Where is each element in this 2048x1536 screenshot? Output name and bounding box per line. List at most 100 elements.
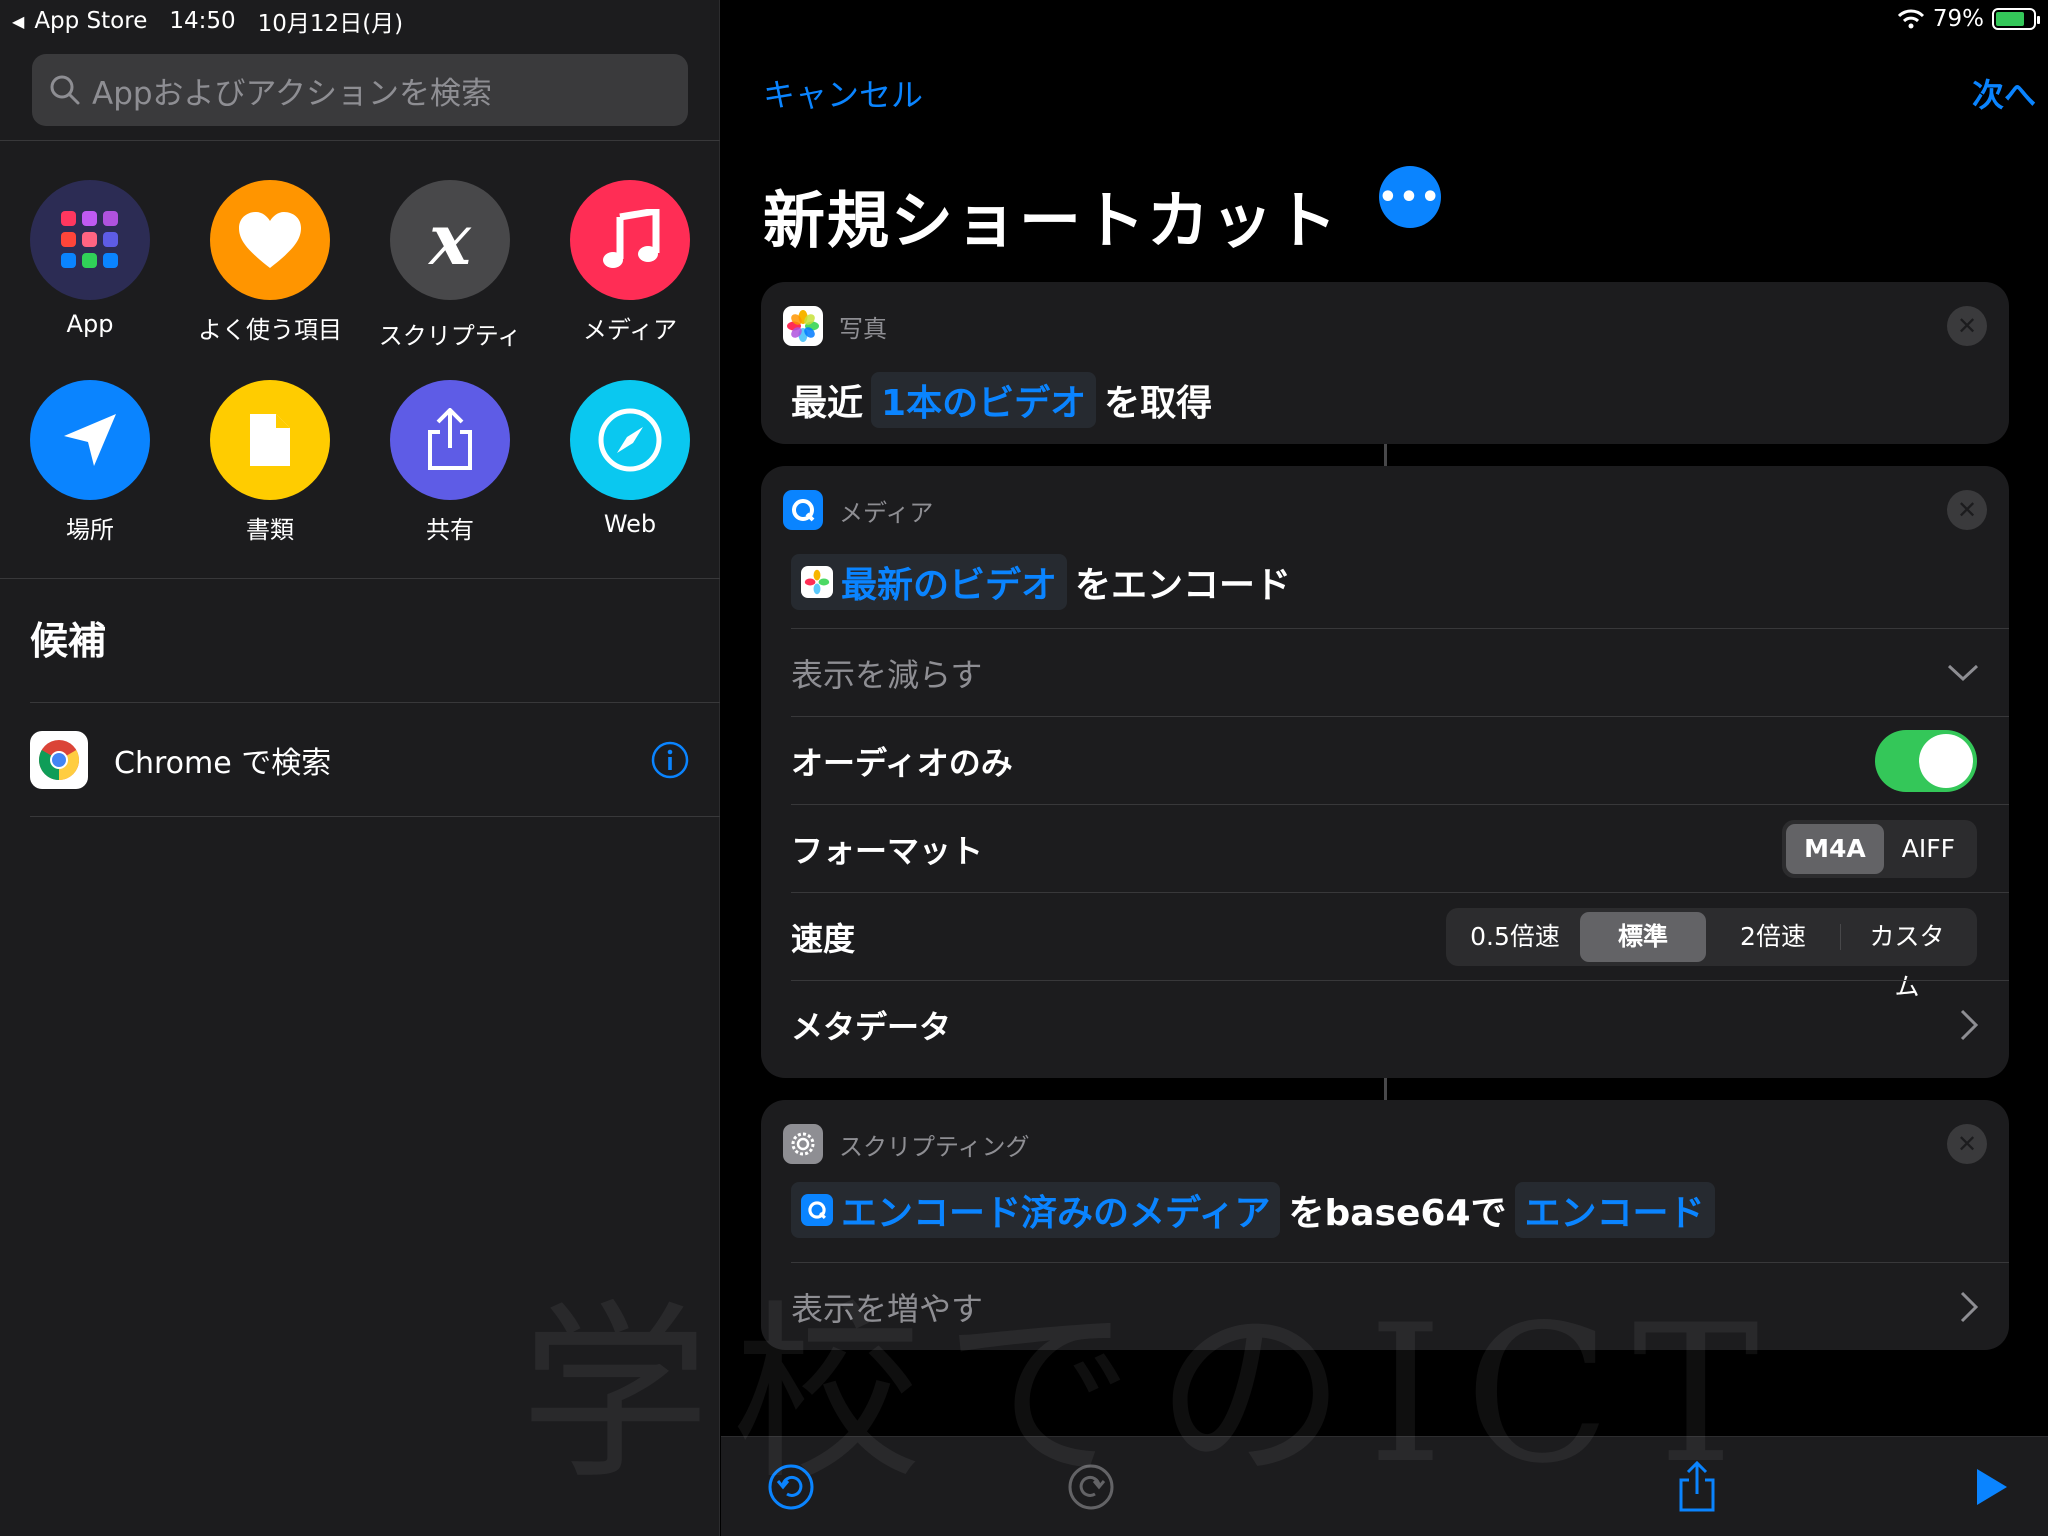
gear-icon <box>783 1124 823 1164</box>
action-header: スクリプティング <box>783 1124 1030 1164</box>
speed-label: 速度 <box>791 919 856 958</box>
status-date: 10月12日(月) <box>257 11 404 37</box>
next-button[interactable]: 次へ <box>1972 70 2036 116</box>
audio-only-toggle[interactable] <box>1875 729 1977 792</box>
action-library-panel: ◀ App Store 14:50 10月12日(月) Appおよびアクションを… <box>0 0 720 1536</box>
battery-percent: 79% <box>1932 6 1984 32</box>
more-options-icon[interactable]: ••• <box>1378 166 1441 228</box>
suggestion-label: Chrome で検索 <box>114 746 332 781</box>
speed-option-normal[interactable]: 標準 <box>1580 911 1706 962</box>
category-web[interactable]: Web <box>545 380 715 538</box>
action-sentence: 最近 1本のビデオ を取得 <box>791 372 1212 428</box>
action-text: をエンコード <box>1075 565 1292 606</box>
category-app[interactable]: App <box>5 180 175 338</box>
action-header: 写真 <box>783 306 887 346</box>
category-scripting[interactable]: x スクリプティ <box>365 180 535 351</box>
redo-icon[interactable] <box>1063 1459 1119 1515</box>
show-less-label: 表示を減らす <box>791 655 983 694</box>
cancel-button[interactable]: キャンセル <box>763 70 923 116</box>
chrome-icon <box>30 731 88 789</box>
chevron-right-icon <box>1959 1009 1979 1041</box>
category-label: メディア <box>582 316 678 344</box>
format-option-aiff[interactable]: AIFF <box>1884 824 1973 874</box>
metadata-row[interactable]: メタデータ <box>791 980 2009 1068</box>
status-bar-right: 79% <box>1897 6 2040 32</box>
compass-icon <box>570 380 690 500</box>
encoded-media-token[interactable]: エンコード済みのメディア <box>791 1182 1281 1238</box>
editor-toolbar <box>721 1436 2048 1536</box>
speed-option-half[interactable]: 0.5倍速 <box>1450 912 1580 962</box>
suggestion-chrome-search[interactable]: Chrome で検索 <box>30 730 690 790</box>
play-icon[interactable] <box>1963 1459 2019 1515</box>
format-label: フォーマット <box>791 831 984 870</box>
remove-action-icon[interactable]: ✕ <box>1947 306 1987 346</box>
action-text: をbase64で <box>1288 1193 1507 1234</box>
action-card-encode-media[interactable]: メディア ✕ 最新のビデオ をエンコード 表示を減らす オーディオのみ フォーマ… <box>761 466 2009 1078</box>
chevron-right-icon <box>1959 1291 1979 1323</box>
speed-option-double[interactable]: 2倍速 <box>1706 912 1840 962</box>
wifi-icon <box>1897 9 1924 29</box>
variable-x-icon: x <box>390 180 510 300</box>
action-connector <box>1384 444 1387 466</box>
search-icon <box>50 75 80 105</box>
audio-only-row: オーディオのみ <box>791 716 2009 804</box>
divider <box>30 816 720 817</box>
category-share[interactable]: 共有 <box>365 380 535 545</box>
music-note-icon <box>570 180 690 300</box>
speed-segmented-control: 0.5倍速 標準 2倍速 カスタム <box>1446 907 1977 1001</box>
category-label: App <box>66 310 114 338</box>
location-arrow-icon <box>30 380 150 500</box>
category-label: 書類 <box>246 516 294 544</box>
show-less-row[interactable]: 表示を減らす <box>791 628 2009 716</box>
action-app-name: スクリプティング <box>839 1132 1030 1161</box>
token-label: 最新のビデオ <box>841 565 1058 606</box>
category-label: よく使う項目 <box>198 316 342 344</box>
share-icon[interactable] <box>1669 1459 1725 1515</box>
back-app-label[interactable]: App Store <box>34 8 147 34</box>
action-text: を取得 <box>1104 383 1213 424</box>
undo-icon[interactable] <box>763 1459 819 1515</box>
encode-mode-token[interactable]: エンコード <box>1514 1182 1715 1238</box>
category-label: 共有 <box>426 516 474 544</box>
audio-only-label: オーディオのみ <box>791 743 1013 782</box>
action-card-get-latest-videos[interactable]: 写真 ✕ 最近 1本のビデオ を取得 <box>761 282 2009 444</box>
category-documents[interactable]: 書類 <box>185 380 355 545</box>
action-app-name: メディア <box>839 498 934 527</box>
action-app-name: 写真 <box>839 314 887 343</box>
show-more-row[interactable]: 表示を増やす <box>791 1262 2009 1350</box>
remove-action-icon[interactable]: ✕ <box>1947 1124 1987 1164</box>
action-sentence: 最新のビデオ をエンコード <box>791 554 1291 610</box>
quicktime-icon <box>801 1194 833 1226</box>
show-more-label: 表示を増やす <box>791 1289 984 1328</box>
format-segmented-control: M4A AIFF <box>1782 819 1977 878</box>
remove-action-icon[interactable]: ✕ <box>1947 490 1987 530</box>
search-input[interactable]: Appおよびアクションを検索 <box>32 54 688 126</box>
suggestions-title: 候補 <box>30 619 107 663</box>
action-header: メディア <box>783 490 933 530</box>
chevron-down-icon <box>1947 663 1979 683</box>
action-text: 最近 <box>791 383 864 424</box>
video-count-token[interactable]: 1本のビデオ <box>871 372 1097 428</box>
back-triangle-icon[interactable]: ◀ <box>12 12 24 31</box>
category-label: スクリプティ <box>378 322 522 350</box>
action-card-base64-encode[interactable]: スクリプティング ✕ エンコード済みのメディア をbase64で エンコード 表… <box>761 1100 2009 1350</box>
photos-icon <box>783 306 823 346</box>
latest-video-token[interactable]: 最新のビデオ <box>791 554 1068 610</box>
category-label: 場所 <box>66 516 114 544</box>
category-favorites[interactable]: よく使う項目 <box>185 180 355 345</box>
shortcut-title[interactable]: 新規ショートカット <box>763 170 1339 260</box>
speed-option-custom[interactable]: カスタム <box>1841 912 1973 1001</box>
status-bar-left: ◀ App Store 14:50 10月12日(月) <box>12 4 403 38</box>
shortcut-editor: 79% キャンセル 次へ 新規ショートカット ••• 写真 ✕ 最近 1本のビデ… <box>721 0 2048 1536</box>
photos-icon <box>801 566 833 598</box>
format-option-m4a[interactable]: M4A <box>1786 823 1884 874</box>
divider <box>30 702 720 703</box>
app-grid-icon <box>30 180 150 300</box>
info-icon[interactable] <box>650 740 690 780</box>
divider <box>0 578 720 579</box>
category-location[interactable]: 場所 <box>5 380 175 545</box>
format-row: フォーマット M4A AIFF <box>791 804 2009 892</box>
share-icon <box>390 380 510 500</box>
divider <box>0 140 720 141</box>
category-media[interactable]: メディア <box>545 180 715 345</box>
